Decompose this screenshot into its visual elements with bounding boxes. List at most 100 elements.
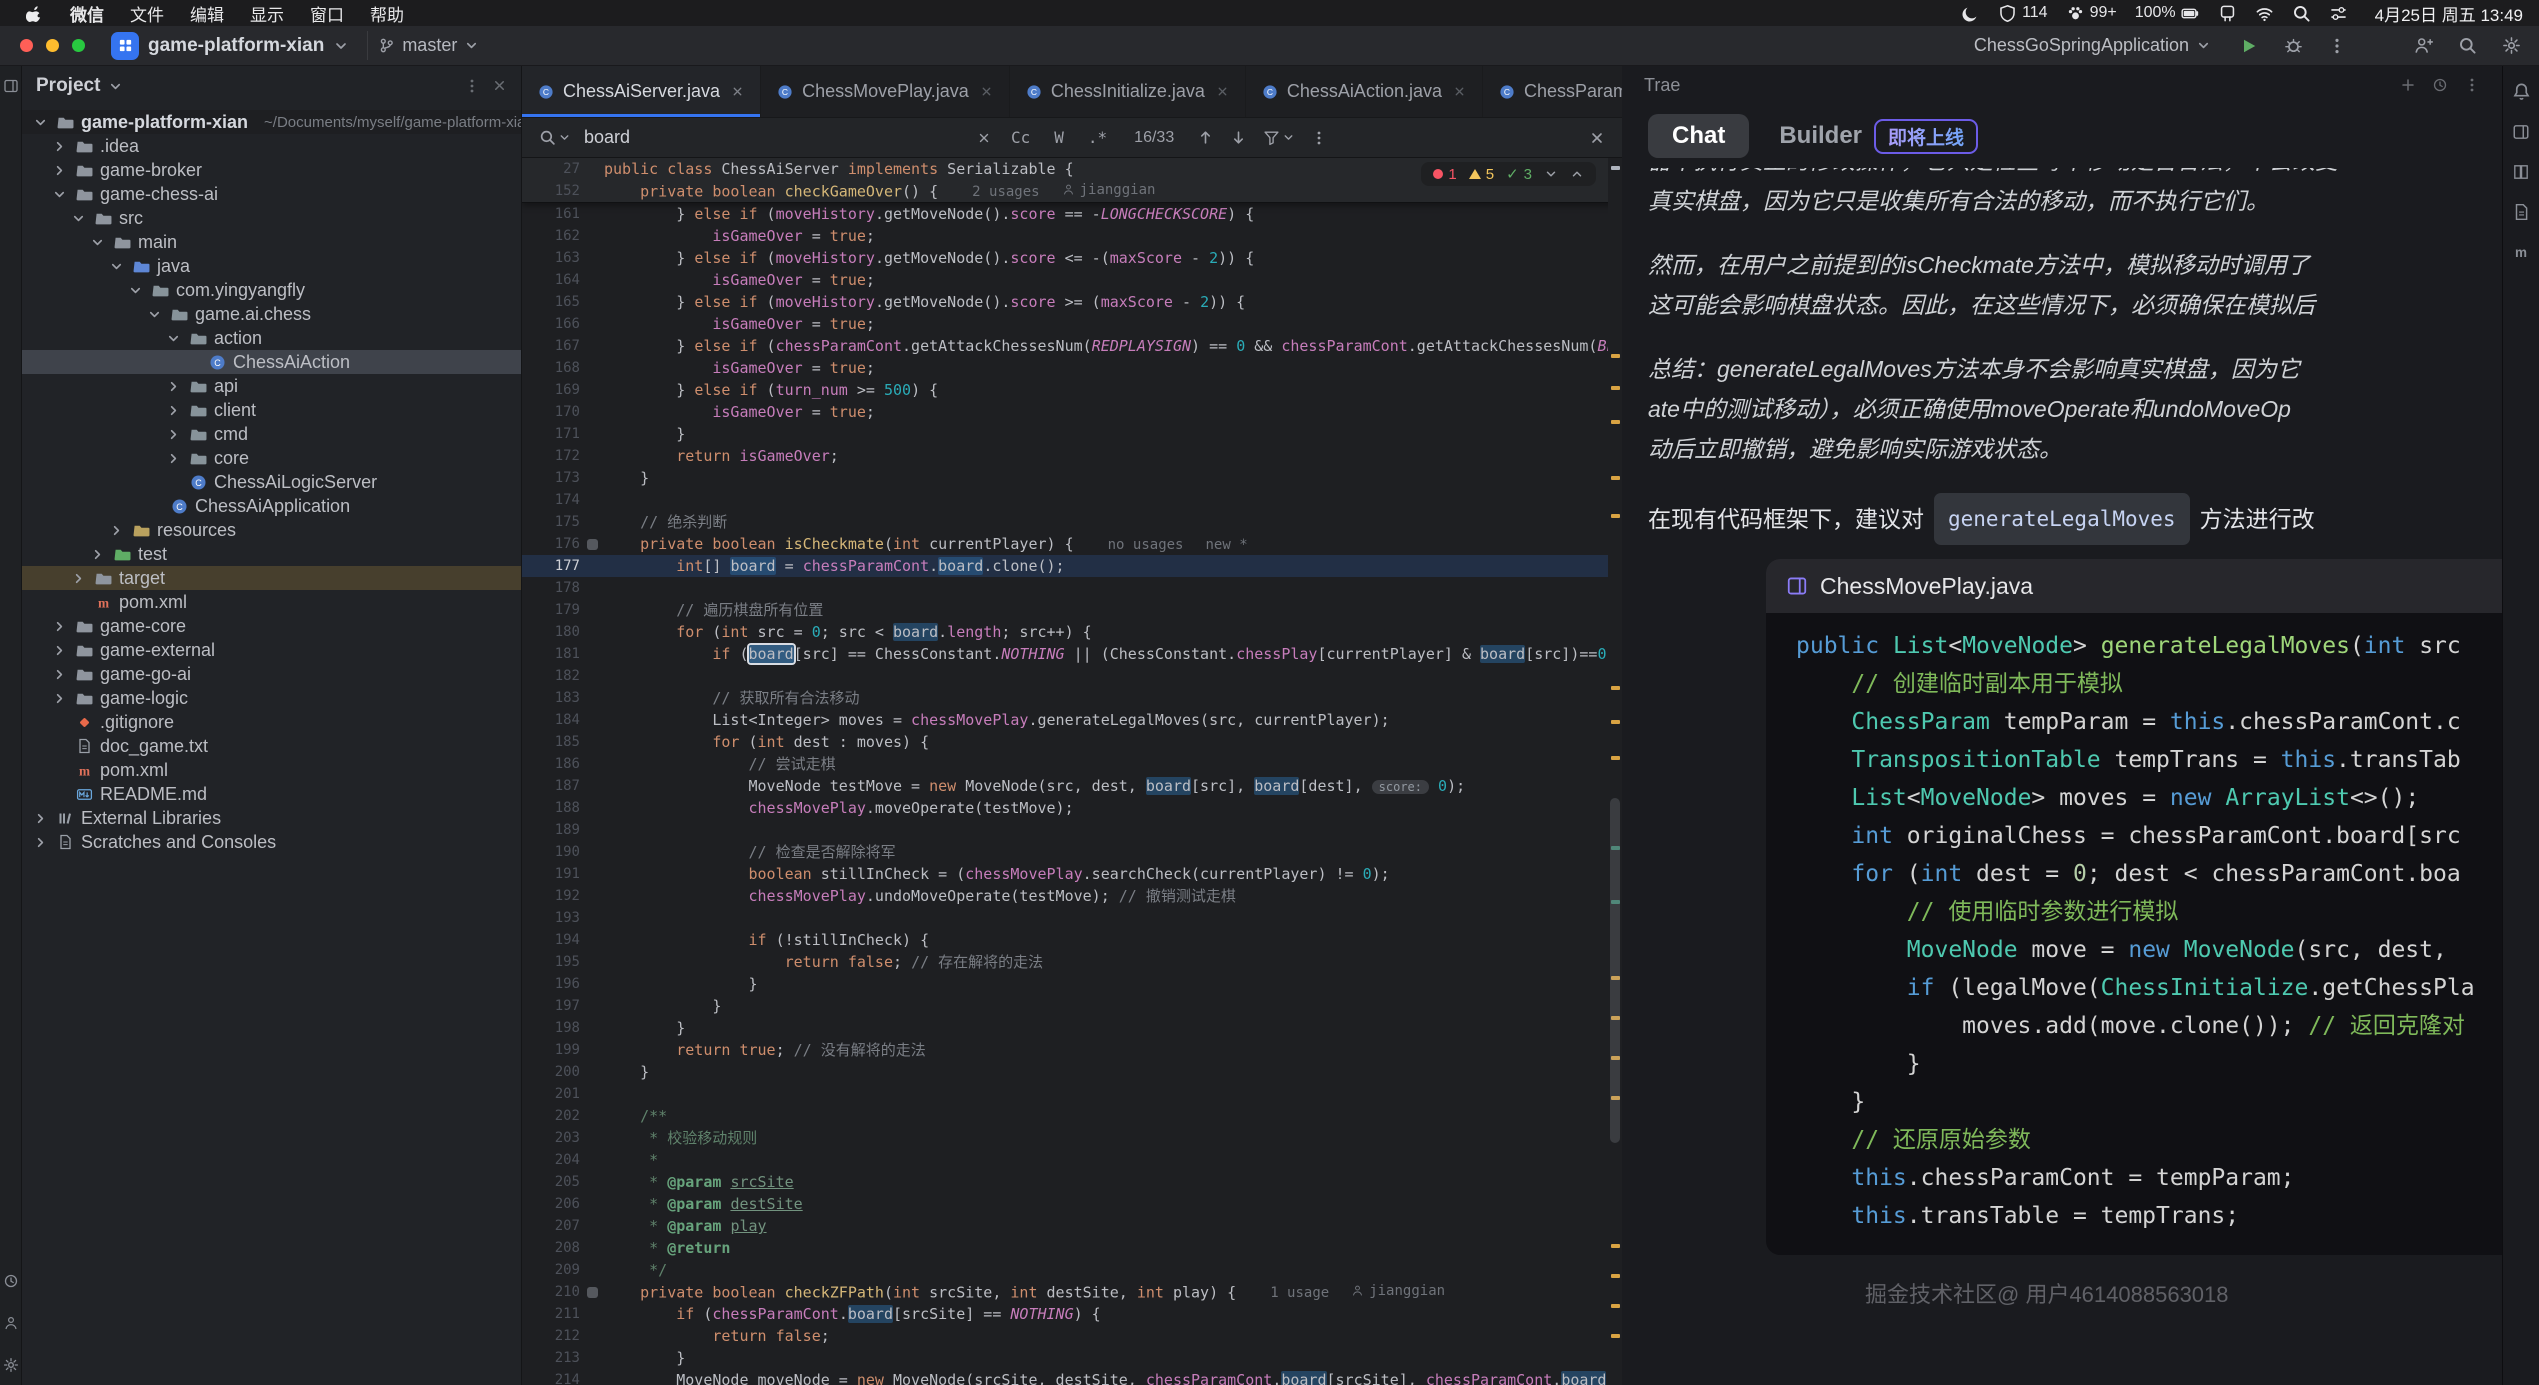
tree-item-game-go-ai[interactable]: game-go-ai bbox=[22, 662, 521, 686]
stripe-mark[interactable] bbox=[1611, 166, 1620, 170]
menu-item-[interactable]: 编辑 bbox=[177, 1, 237, 26]
close-tab-icon[interactable] bbox=[1453, 85, 1466, 98]
code-line-193[interactable]: 193 bbox=[522, 907, 1622, 929]
code-viewport[interactable]: 27public class ChessAiServer implements … bbox=[522, 158, 1622, 1385]
tab-builder[interactable]: Builder 即将上线 bbox=[1779, 119, 1978, 154]
tree-item-game-broker[interactable]: game-broker bbox=[22, 158, 521, 182]
code-line-186[interactable]: 186 // 尝试走棋 bbox=[522, 753, 1622, 775]
code-line-161[interactable]: 161 } else if (moveHistory.getMoveNode()… bbox=[522, 203, 1622, 225]
documentation-icon[interactable] bbox=[2512, 163, 2530, 181]
debug-button[interactable] bbox=[2279, 32, 2307, 60]
tree-item-resources[interactable]: resources bbox=[22, 518, 521, 542]
minimize-window-button[interactable] bbox=[46, 39, 59, 52]
tree-item-com-yingyangfly[interactable]: com.yingyangfly bbox=[22, 278, 521, 302]
code-line-166[interactable]: 166 isGameOver = true; bbox=[522, 313, 1622, 335]
stripe-mark[interactable] bbox=[1611, 1334, 1620, 1338]
stripe-mark[interactable] bbox=[1611, 420, 1620, 424]
code-line-207[interactable]: 207 * @param play bbox=[522, 1215, 1622, 1237]
code-line-171[interactable]: 171 } bbox=[522, 423, 1622, 445]
history-icon[interactable] bbox=[2432, 77, 2448, 93]
code-line-189[interactable]: 189 bbox=[522, 819, 1622, 841]
next-problem-icon[interactable] bbox=[1544, 167, 1558, 181]
code-line-185[interactable]: 185 for (int dest : moves) { bbox=[522, 731, 1622, 753]
panel-more-icon[interactable] bbox=[2464, 77, 2480, 93]
run-button[interactable] bbox=[2235, 32, 2263, 60]
code-line-197[interactable]: 197 } bbox=[522, 995, 1622, 1017]
code-line-177[interactable]: 177 int[] board = chessParamCont.board.c… bbox=[522, 555, 1622, 577]
code-line-205[interactable]: 205 * @param srcSite bbox=[522, 1171, 1622, 1193]
expand-icon[interactable] bbox=[51, 691, 68, 706]
prev-problem-icon[interactable] bbox=[1570, 167, 1584, 181]
code-line-175[interactable]: 175 // 绝杀判断 bbox=[522, 511, 1622, 533]
expand-icon[interactable] bbox=[70, 211, 87, 226]
expand-icon[interactable] bbox=[165, 427, 182, 442]
panel-options-icon[interactable] bbox=[464, 78, 480, 94]
search-more-icon[interactable] bbox=[1308, 127, 1330, 149]
tree-item-cmd[interactable]: cmd bbox=[22, 422, 521, 446]
moon-icon[interactable] bbox=[1952, 4, 1989, 23]
battery-icon[interactable]: 100% bbox=[2126, 4, 2209, 23]
share-user-icon[interactable] bbox=[2409, 32, 2437, 60]
tree-item-action[interactable]: action bbox=[22, 326, 521, 350]
menu-item-[interactable]: 显示 bbox=[237, 1, 297, 26]
close-tab-icon[interactable] bbox=[980, 85, 993, 98]
code-line-180[interactable]: 180 for (int src = 0; src < board.length… bbox=[522, 621, 1622, 643]
menu-item-[interactable]: 文件 bbox=[117, 1, 177, 26]
close-tab-icon[interactable] bbox=[1216, 85, 1229, 98]
notifications-icon[interactable] bbox=[2512, 82, 2531, 101]
stripe-mark[interactable] bbox=[1611, 476, 1620, 480]
editor-tab-chessparam-java[interactable]: CChessParam.java bbox=[1483, 66, 1622, 117]
expand-icon[interactable] bbox=[51, 667, 68, 682]
expand-icon[interactable] bbox=[70, 571, 87, 586]
tree-item-game-core[interactable]: game-core bbox=[22, 614, 521, 638]
profile-icon[interactable] bbox=[3, 1315, 19, 1331]
stripe-mark[interactable] bbox=[1611, 1244, 1620, 1248]
tree-item-core[interactable]: core bbox=[22, 446, 521, 470]
menu-item-[interactable]: 窗口 bbox=[297, 1, 357, 26]
code-line-201[interactable]: 201 bbox=[522, 1083, 1622, 1105]
tree-item-chessaiaction[interactable]: CChessAiAction bbox=[22, 350, 521, 374]
editor-tab-chessaiserver-java[interactable]: CChessAiServer.java bbox=[522, 66, 761, 117]
more-actions-icon[interactable] bbox=[2323, 32, 2351, 60]
tree-item-game-ai-chess[interactable]: game.ai.chess bbox=[22, 302, 521, 326]
code-line-187[interactable]: 187 MoveNode testMove = new MoveNode(src… bbox=[522, 775, 1622, 797]
code-line-176[interactable]: 176 private boolean isCheckmate(int curr… bbox=[522, 533, 1622, 555]
tree-item-game-platform-xian[interactable]: game-platform-xian~/Documents/myself/gam… bbox=[22, 110, 521, 134]
clear-search-icon[interactable] bbox=[974, 128, 994, 148]
code-line-163[interactable]: 163 } else if (moveHistory.getMoveNode()… bbox=[522, 247, 1622, 269]
recent-icon[interactable] bbox=[3, 1273, 19, 1289]
tree-item-gitignore[interactable]: .gitignore bbox=[22, 710, 521, 734]
file-tool-icon[interactable] bbox=[2512, 203, 2530, 221]
menu-item-[interactable]: 微信 bbox=[57, 1, 117, 26]
next-match-icon[interactable] bbox=[1227, 126, 1250, 149]
tree-item-chessaiapplication[interactable]: CChessAiApplication bbox=[22, 494, 521, 518]
branch-selector[interactable]: master bbox=[367, 31, 489, 60]
wifi-icon[interactable] bbox=[2246, 4, 2283, 23]
code-line-164[interactable]: 164 isGameOver = true; bbox=[522, 269, 1622, 291]
hide-panel-icon[interactable] bbox=[492, 78, 507, 94]
code-line-210[interactable]: 210 private boolean checkZFPath(int srcS… bbox=[522, 1281, 1622, 1303]
workspace-icon[interactable] bbox=[3, 78, 19, 94]
code-line-203[interactable]: 203 * 校验移动规则 bbox=[522, 1127, 1622, 1149]
code-line-204[interactable]: 204 * bbox=[522, 1149, 1622, 1171]
menu-item-[interactable]: 帮助 bbox=[357, 1, 417, 26]
code-line-200[interactable]: 200 } bbox=[522, 1061, 1622, 1083]
code-line-211[interactable]: 211 if (chessParamCont.board[srcSite] ==… bbox=[522, 1303, 1622, 1325]
code-vision-hint[interactable]: no usagesnew * bbox=[1108, 537, 1248, 553]
code-line-168[interactable]: 168 isGameOver = true; bbox=[522, 357, 1622, 379]
menubar-clock[interactable]: 4月25日 周五 13:49 bbox=[2363, 1, 2523, 26]
expand-icon[interactable] bbox=[146, 307, 163, 322]
code-line-181[interactable]: 181 if (board[src] == ChessConstant.NOTH… bbox=[522, 643, 1622, 665]
search-everywhere-icon[interactable] bbox=[2453, 32, 2481, 60]
tree-item-test[interactable]: test bbox=[22, 542, 521, 566]
code-line-172[interactable]: 172 return isGameOver; bbox=[522, 445, 1622, 467]
editor-tab-chessmoveplay-java[interactable]: CChessMovePlay.java bbox=[761, 66, 1010, 117]
stripe-mark[interactable] bbox=[1611, 686, 1620, 690]
error-stripe-scrollbar[interactable] bbox=[1608, 158, 1622, 1385]
project-panel-header[interactable]: Project bbox=[22, 66, 521, 106]
code-line-178[interactable]: 178 bbox=[522, 577, 1622, 599]
expand-icon[interactable] bbox=[51, 139, 68, 154]
code-line-192[interactable]: 192 chessMovePlay.undoMoveOperate(testMo… bbox=[522, 885, 1622, 907]
tree-item-client[interactable]: client bbox=[22, 398, 521, 422]
prev-match-icon[interactable] bbox=[1194, 126, 1217, 149]
